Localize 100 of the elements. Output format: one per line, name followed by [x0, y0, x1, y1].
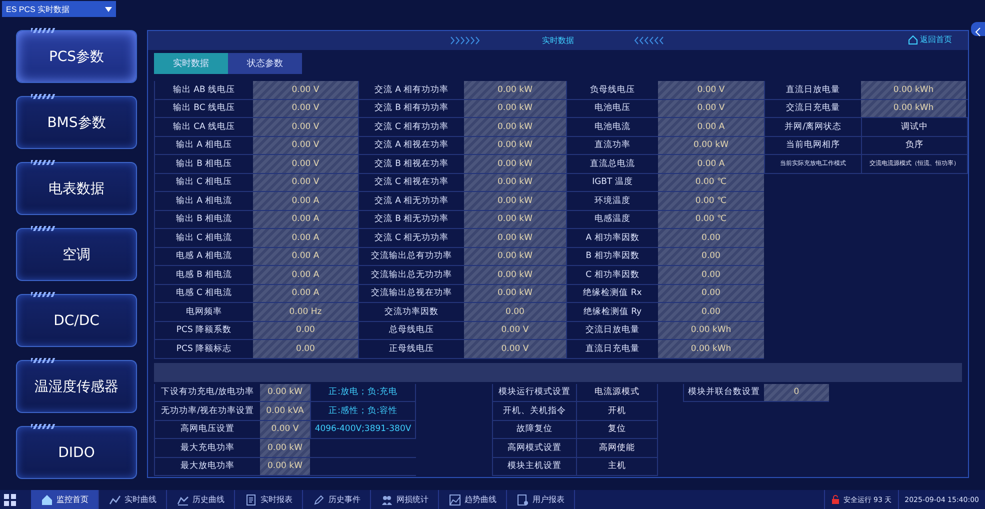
hint-text: 4096-400V;3891-380V	[310, 420, 416, 438]
sidebar-item[interactable]: DIDO	[16, 426, 137, 479]
field-label: 模块主机设置	[492, 458, 576, 475]
value-field: 0.00 kWh	[658, 322, 764, 339]
collapse-button[interactable]	[971, 22, 985, 36]
lock-icon	[831, 495, 840, 504]
home-icon	[40, 494, 52, 506]
value-field: 0.00 V	[253, 155, 358, 172]
taskbar-item[interactable]: 历史事件	[303, 490, 371, 509]
value-field: 0.00 V	[658, 81, 764, 98]
caret-icon	[105, 6, 112, 12]
back-link[interactable]: 返回首页	[908, 34, 952, 45]
value-field: 0.00 kW	[464, 210, 566, 228]
value-field: 0.00 kW	[464, 229, 566, 246]
sidebar-item[interactable]: DC/DC	[16, 294, 137, 347]
sidebar-item[interactable]: BMS参数	[16, 96, 137, 149]
value-text[interactable]: 主机	[576, 458, 658, 475]
chevrons-icon	[450, 36, 482, 45]
value-field: 0.00	[253, 340, 358, 358]
value-field: 0.00 ℃	[658, 210, 764, 228]
taskbar-item[interactable]: 监控首页	[31, 490, 99, 509]
field-label: 模块运行模式设置	[492, 384, 576, 401]
value-field: 0.00 kW	[464, 155, 566, 172]
line-chart-icon	[176, 494, 188, 506]
value-text[interactable]: 复位	[576, 420, 658, 438]
value-field: 0.00 A	[253, 248, 358, 265]
pencil-icon	[312, 494, 324, 506]
sidebar-item[interactable]: 温湿度传感器	[16, 360, 137, 413]
value-field: 0.00 kWh	[861, 81, 966, 98]
input-field[interactable]: 0.00 V	[260, 420, 310, 438]
line-chart-icon	[108, 494, 120, 506]
value-field: 0.00	[658, 229, 764, 246]
value-field: 0.00 kW	[464, 284, 566, 302]
value-field: 0.00 V	[464, 340, 566, 358]
taskbar-item[interactable]: 实时报表	[235, 490, 303, 509]
taskbar-item[interactable]: 网损统计	[371, 490, 439, 509]
value-text[interactable]: 高网使能	[576, 439, 658, 456]
tab[interactable]: 状态参数	[228, 53, 302, 74]
value-field: 0.00 A	[658, 155, 764, 172]
taskbar-item[interactable]: 历史曲线	[167, 490, 235, 509]
value-text[interactable]: 开机	[576, 402, 658, 420]
value-field: 0.00 kW	[464, 248, 566, 265]
value-field: 0.00 A	[253, 210, 358, 228]
value-field: 0.00 A	[253, 266, 358, 284]
input-field[interactable]: 0.00 kW	[260, 439, 310, 456]
value-field: 0.00 V	[253, 136, 358, 154]
value-field: 0.00 kW	[658, 136, 764, 154]
value-field: 0.00 Hz	[253, 303, 358, 320]
value-field: 0.00 kW	[464, 136, 566, 154]
value-text[interactable]: 电流源模式	[576, 384, 658, 401]
field-label: 当前电网相序	[764, 136, 861, 154]
value-field: 0.00 V	[253, 81, 358, 98]
value-field: 0.00 ℃	[658, 192, 764, 210]
hint-text: 正:感性；负:容性	[310, 402, 416, 420]
value-field: 0.00 kW	[464, 192, 566, 210]
hint-text: 正:放电；负:充电	[310, 384, 416, 401]
value-field: 0.00 V	[253, 100, 358, 117]
sidebar-item[interactable]: 空调	[16, 228, 137, 281]
value-field: 0.00 V	[658, 100, 764, 117]
value-field: 0.00 V	[253, 174, 358, 191]
value-field: 0.00 kW	[464, 81, 566, 98]
document-icon	[244, 494, 256, 506]
value-field: 0.00 kW	[464, 266, 566, 284]
value-field: 0.00	[658, 303, 764, 320]
value-field: 0.00 A	[253, 229, 358, 246]
value-field: 0.00 A	[658, 118, 764, 136]
value-field: 0.00	[253, 322, 358, 339]
value-field: 0.00	[464, 303, 566, 320]
taskbar-item[interactable]: 用户报表	[507, 490, 575, 509]
value-field: 0.00 ℃	[658, 174, 764, 191]
people-icon	[380, 494, 392, 506]
chevron-icon	[974, 27, 982, 37]
value-field: 0.00 kW	[464, 174, 566, 191]
value-text: 调试中	[861, 118, 968, 136]
input-field[interactable]: 0.00 kVA	[260, 402, 310, 420]
value-field: 0.00 kW	[464, 100, 566, 117]
grid-icon[interactable]	[3, 492, 17, 506]
value-field: 0.00	[658, 266, 764, 284]
sidebar-item[interactable]: 电表数据	[16, 162, 137, 215]
input-field[interactable]: 0	[764, 384, 829, 401]
sidebar-item[interactable]: PCS参数	[16, 30, 137, 83]
value-field: 0.00 V	[464, 322, 566, 339]
field-label: 开机、关机指令	[492, 402, 576, 420]
page-dropdown[interactable]: ES PCS 实时数据	[2, 1, 116, 17]
taskbar-item[interactable]: 实时曲线	[99, 490, 167, 509]
value-text: 负序	[861, 136, 968, 154]
value-field: 0.00 A	[253, 192, 358, 210]
field-label: 并网/离网状态	[764, 118, 861, 136]
field-label: 高网模式设置	[492, 439, 576, 456]
document-icon	[516, 494, 528, 506]
home-icon	[908, 34, 918, 44]
taskbar-item[interactable]: 趋势曲线	[439, 490, 507, 509]
value-field: 0.00 kW	[464, 118, 566, 136]
value-field: 0.00 kWh	[861, 100, 966, 117]
field-label: 故障复位	[492, 420, 576, 438]
value-field: 0.00	[658, 284, 764, 302]
input-field[interactable]: 0.00 kW	[260, 458, 310, 475]
input-field[interactable]: 0.00 kW	[260, 384, 310, 401]
value-field: 0.00 A	[253, 284, 358, 302]
line-chart-icon	[448, 494, 460, 506]
